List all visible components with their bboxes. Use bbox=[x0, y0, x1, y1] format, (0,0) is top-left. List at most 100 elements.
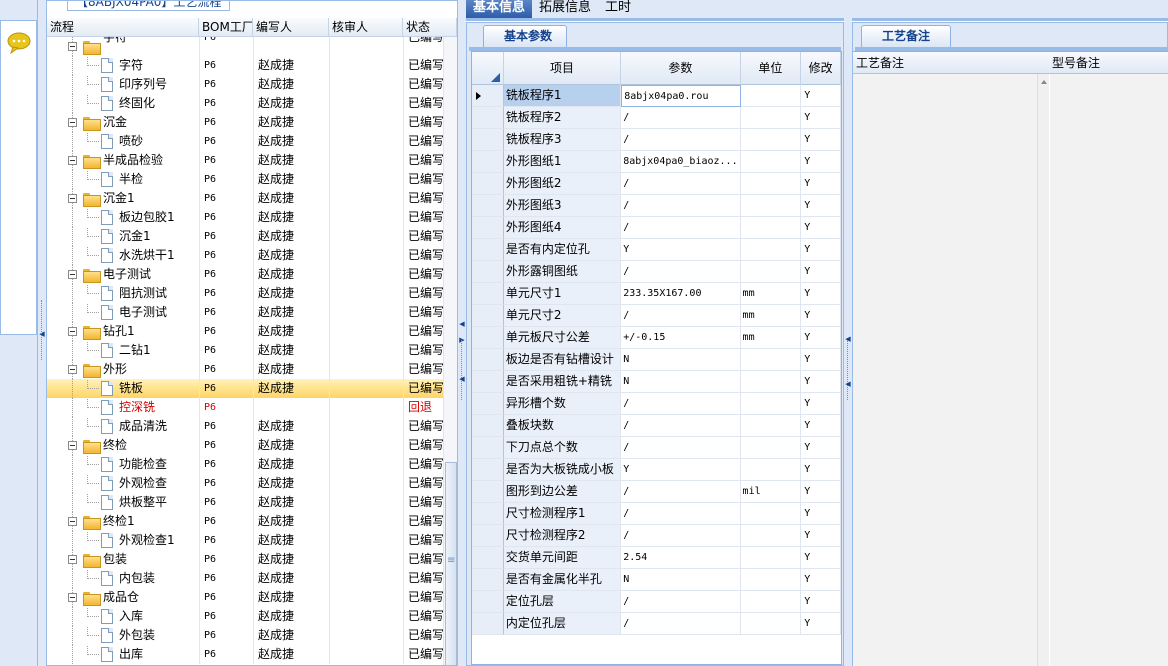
tree-step-row[interactable]: 铣板 P6 赵成捷 已编写 bbox=[47, 379, 443, 398]
tree-node[interactable]: 字符 bbox=[47, 56, 199, 75]
tree-node[interactable]: 控深铣 bbox=[47, 398, 199, 417]
param-value-cell[interactable]: N bbox=[621, 569, 741, 591]
row-indicator[interactable] bbox=[472, 283, 504, 305]
param-modify-cell[interactable]: Y bbox=[801, 261, 841, 283]
param-row[interactable]: 外形图纸1 8abjx04pa0_biaoz... Y bbox=[472, 151, 841, 173]
tree-scrollbar[interactable] bbox=[443, 37, 457, 665]
row-indicator[interactable] bbox=[472, 591, 504, 613]
tree-node[interactable]: 钻孔1 bbox=[47, 322, 199, 341]
param-row[interactable]: 单元板尺寸公差 +/-0.15 mm Y bbox=[472, 327, 841, 349]
param-value-cell[interactable]: / bbox=[621, 261, 741, 283]
collapse-toggle-icon[interactable] bbox=[68, 517, 77, 526]
left-splitter[interactable]: ◀ bbox=[38, 0, 46, 666]
col-header-status[interactable]: 状态 bbox=[403, 18, 457, 37]
param-row[interactable]: 外形图纸2/ Y bbox=[472, 173, 841, 195]
tree-folder-row[interactable]: 半成品检验 P6 赵成捷 已编写 bbox=[47, 151, 443, 170]
tree-folder-row[interactable]: 电子测试 P6 赵成捷 已编写 bbox=[47, 265, 443, 284]
param-unit-cell[interactable] bbox=[740, 239, 802, 261]
param-modify-cell[interactable]: Y bbox=[801, 129, 841, 151]
param-modify-cell[interactable]: Y bbox=[801, 173, 841, 195]
row-indicator[interactable] bbox=[472, 393, 504, 415]
collapse-arrow-icon[interactable]: ◀ bbox=[845, 380, 851, 388]
param-row[interactable]: 异形槽个数 / Y bbox=[472, 393, 841, 415]
param-value-cell[interactable]: 233.35X167.00 bbox=[621, 283, 741, 305]
scroll-up-icon[interactable] bbox=[1041, 80, 1047, 84]
col-header-unit[interactable]: 单位 bbox=[741, 52, 802, 85]
param-modify-cell[interactable]: Y bbox=[801, 239, 841, 261]
tree-folder-row[interactable]: 终检1 P6 赵成捷 已编写 bbox=[47, 512, 443, 531]
param-value-cell[interactable]: / bbox=[621, 217, 741, 239]
param-value-cell[interactable]: Y bbox=[621, 459, 741, 481]
param-row[interactable]: 外形露铜图纸 / Y bbox=[472, 261, 841, 283]
tree-node[interactable]: 终固化 bbox=[47, 94, 199, 113]
tree-step-row[interactable]: 阻抗测试 P6 赵成捷 已编写 bbox=[47, 284, 443, 303]
row-indicator[interactable] bbox=[472, 327, 504, 349]
col-header-model-remarks[interactable]: 型号备注 bbox=[1049, 52, 1100, 74]
col-header-process[interactable]: 流程 bbox=[47, 18, 199, 37]
tree-folder-row[interactable]: 钻孔1 P6 赵成捷 已编写 bbox=[47, 322, 443, 341]
row-indicator[interactable] bbox=[472, 569, 504, 591]
param-value-cell[interactable]: / bbox=[621, 129, 741, 151]
param-unit-cell[interactable] bbox=[740, 107, 802, 129]
param-value-cell[interactable]: 8abjx04pa0.rou bbox=[621, 85, 741, 107]
param-row[interactable]: 尺寸检测程序2/ Y bbox=[472, 525, 841, 547]
param-value-cell[interactable]: / bbox=[621, 481, 741, 503]
tree-node[interactable]: 水洗烘干1 bbox=[47, 246, 199, 265]
tree-folder-row[interactable]: 沉金1 P6 赵成捷 已编写 bbox=[47, 189, 443, 208]
col-header-item[interactable]: 项目 bbox=[504, 52, 622, 85]
param-modify-cell[interactable]: Y bbox=[801, 371, 841, 393]
row-indicator[interactable] bbox=[472, 437, 504, 459]
param-modify-cell[interactable]: Y bbox=[801, 349, 841, 371]
collapse-toggle-icon[interactable] bbox=[68, 42, 77, 51]
tree-node[interactable]: 沉金1 bbox=[47, 189, 199, 208]
param-unit-cell[interactable]: mm bbox=[740, 327, 802, 349]
tree-node[interactable]: 包装 bbox=[47, 550, 199, 569]
param-row[interactable]: 板边是否有钻槽设计 N Y bbox=[472, 349, 841, 371]
col-header-bom-factory[interactable]: BOM工厂 bbox=[199, 18, 253, 37]
param-value-cell[interactable]: N bbox=[621, 349, 741, 371]
collapse-toggle-icon[interactable] bbox=[68, 441, 77, 450]
tree-step-row[interactable]: 出库 P6 赵成捷 已编写 bbox=[47, 645, 443, 664]
param-unit-cell[interactable] bbox=[740, 503, 802, 525]
tree-node[interactable]: 外观检查1 bbox=[47, 531, 199, 550]
tree-step-row[interactable]: 字符 P6 赵成捷 已编写 bbox=[47, 56, 443, 75]
param-value-cell[interactable]: / bbox=[621, 613, 741, 635]
tree-node[interactable]: 沉金 bbox=[47, 113, 199, 132]
param-unit-cell[interactable] bbox=[740, 261, 802, 283]
param-unit-cell[interactable] bbox=[740, 349, 802, 371]
param-unit-cell[interactable] bbox=[740, 613, 802, 635]
col-header-param[interactable]: 参数 bbox=[621, 52, 741, 85]
param-value-cell[interactable]: N bbox=[621, 371, 741, 393]
param-row[interactable]: 铣板程序3/ Y bbox=[472, 129, 841, 151]
param-modify-cell[interactable]: Y bbox=[801, 481, 841, 503]
param-modify-cell[interactable]: Y bbox=[801, 591, 841, 613]
param-row[interactable]: 图形到边公差 / mil Y bbox=[472, 481, 841, 503]
row-indicator[interactable] bbox=[472, 349, 504, 371]
param-modify-cell[interactable]: Y bbox=[801, 393, 841, 415]
tree-folder-row[interactable]: 终检 P6 赵成捷 已编写 bbox=[47, 436, 443, 455]
tree-node[interactable]: 板边包胶1 bbox=[47, 208, 199, 227]
param-unit-cell[interactable] bbox=[740, 371, 802, 393]
tree-node[interactable]: 外观检查 bbox=[47, 474, 199, 493]
tree-node[interactable]: 入库 bbox=[47, 607, 199, 626]
tree-step-row[interactable]: 水洗烘干1 P6 赵成捷 已编写 bbox=[47, 246, 443, 265]
param-value-cell[interactable]: / bbox=[621, 393, 741, 415]
tree-folder-row[interactable]: 包装 P6 赵成捷 已编写 bbox=[47, 550, 443, 569]
splitter-grip[interactable] bbox=[461, 340, 463, 400]
param-unit-cell[interactable]: mm bbox=[740, 305, 802, 327]
param-unit-cell[interactable]: mil bbox=[740, 481, 802, 503]
collapse-arrow-icon[interactable]: ◀ bbox=[459, 375, 465, 383]
collapse-toggle-icon[interactable] bbox=[68, 118, 77, 127]
row-indicator[interactable] bbox=[472, 371, 504, 393]
tree-node[interactable]: 印序列号 bbox=[47, 75, 199, 94]
tree-node[interactable]: 电子测试 bbox=[47, 303, 199, 322]
param-row[interactable]: 单元尺寸1 233.35X167.00 mm Y bbox=[472, 283, 841, 305]
param-value-cell[interactable]: / bbox=[621, 503, 741, 525]
param-row[interactable]: 是否为大板铣成小板 Y Y bbox=[472, 459, 841, 481]
collapse-arrow-icon[interactable]: ◀ bbox=[459, 320, 465, 328]
tree-step-row[interactable]: 二钻1 P6 赵成捷 已编写 bbox=[47, 341, 443, 360]
col-header-reviewer[interactable]: 核审人 bbox=[329, 18, 403, 37]
model-remarks-textarea[interactable] bbox=[1050, 74, 1168, 666]
param-modify-cell[interactable]: Y bbox=[801, 85, 841, 107]
tree-step-row[interactable]: 电子测试 P6 赵成捷 已编写 bbox=[47, 303, 443, 322]
